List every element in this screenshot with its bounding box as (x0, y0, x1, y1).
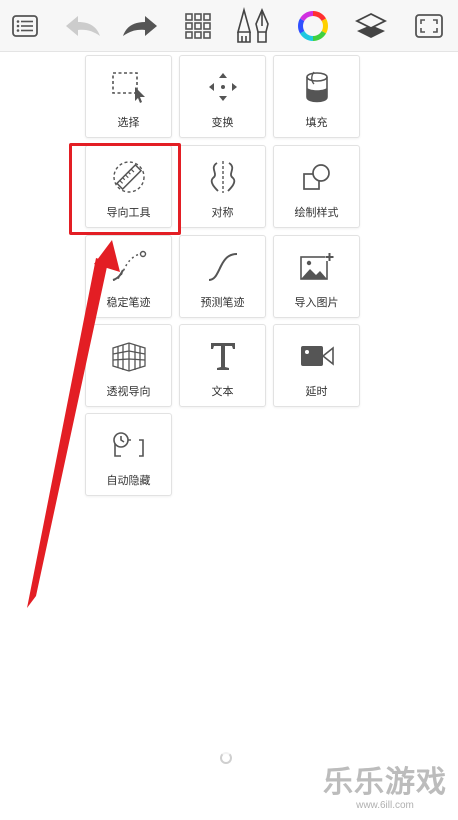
annotation-arrow (27, 240, 120, 608)
watermark-url: www.6ill.com (356, 800, 414, 811)
watermark-logo-text: 乐乐游戏 (323, 765, 447, 800)
loading-spinner (220, 752, 232, 764)
watermark: 乐乐游戏 www.6ill.com (320, 766, 450, 812)
